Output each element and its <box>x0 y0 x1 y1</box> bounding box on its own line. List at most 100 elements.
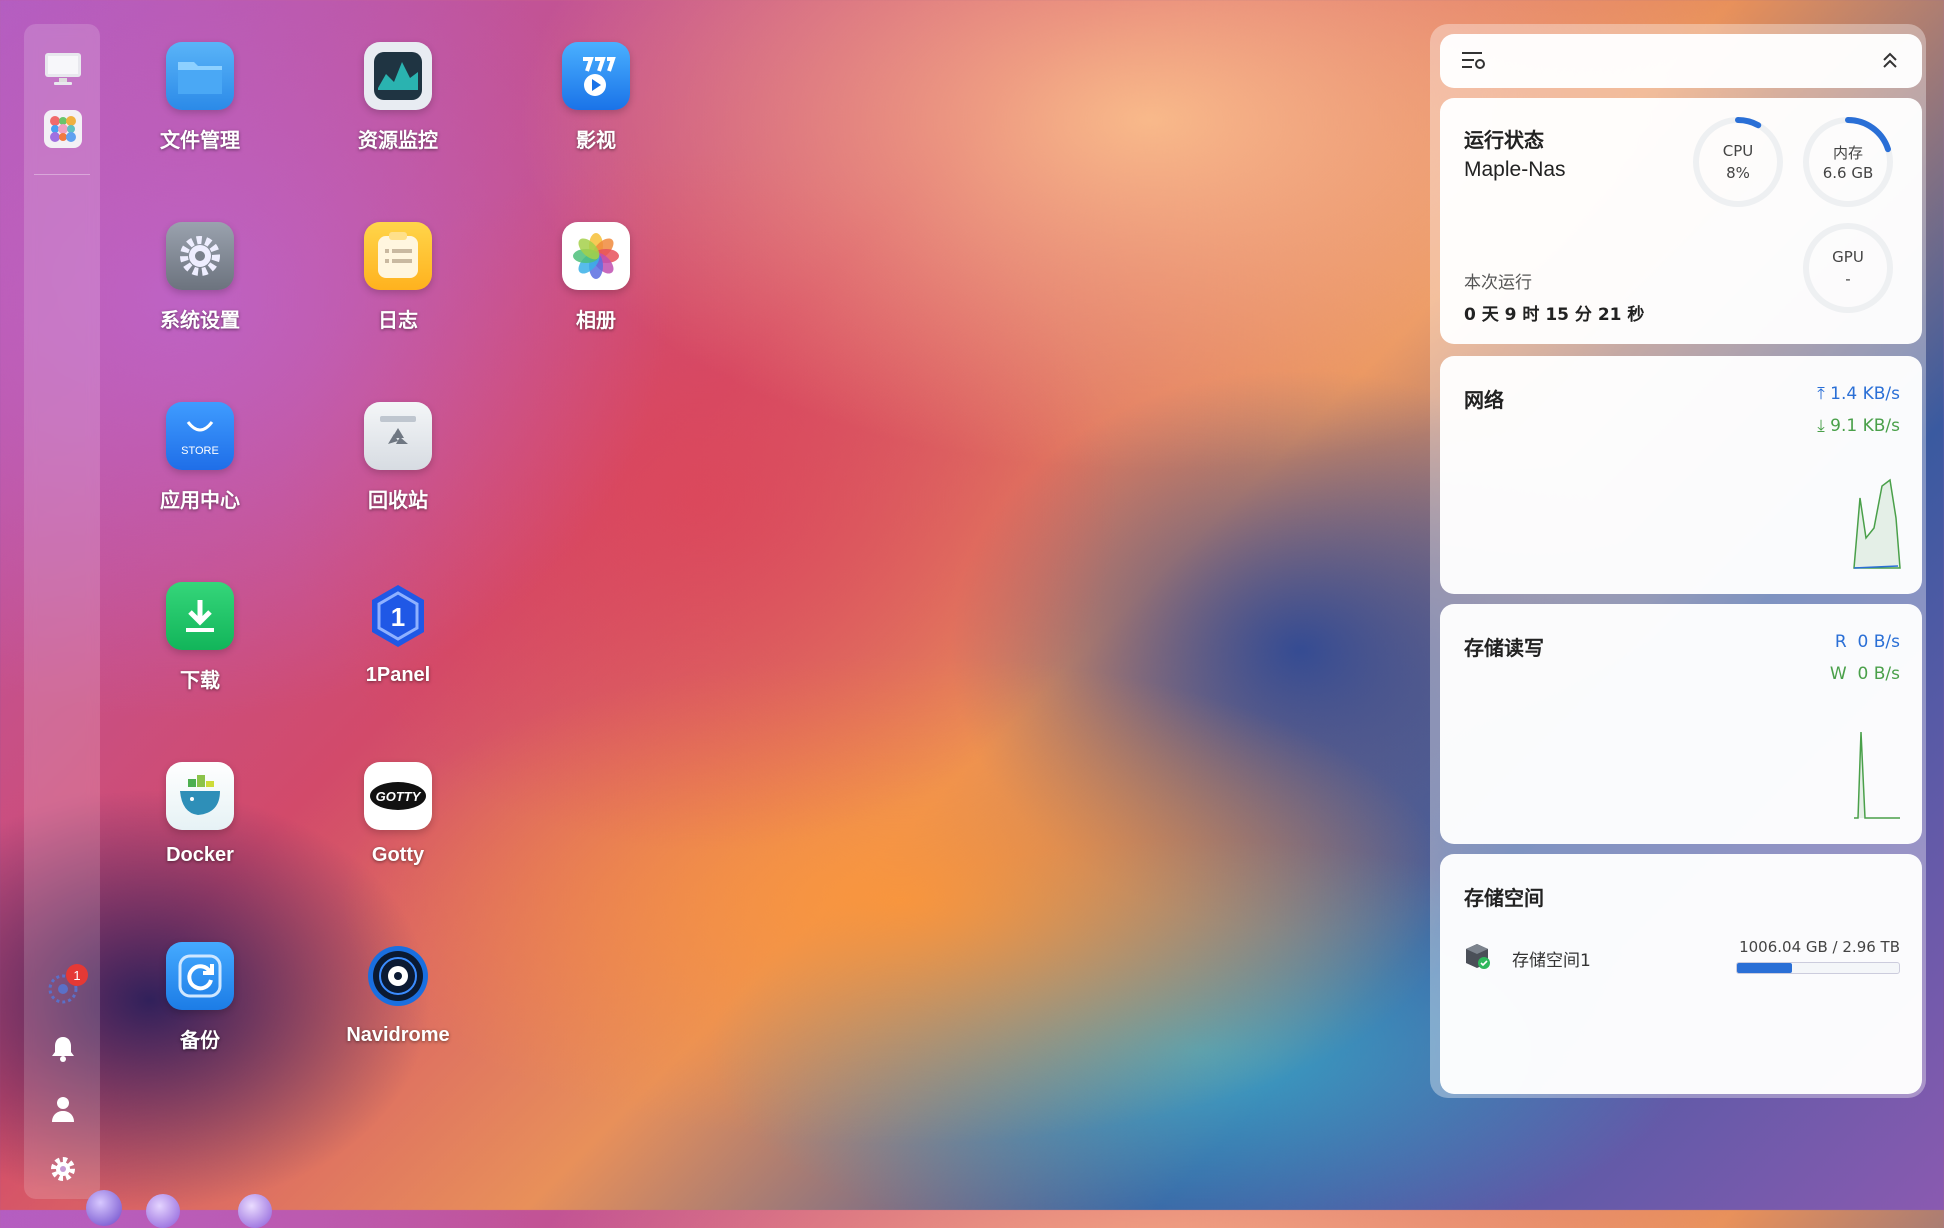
upload-icon: ⤒ <box>1817 384 1825 404</box>
collapse-icon[interactable] <box>1882 50 1898 74</box>
folder-icon <box>166 42 234 110</box>
monitor-chart-icon <box>364 42 432 110</box>
upload-speed: ⤒ 1.4 KB/s <box>1817 384 1900 404</box>
memory-value: 6.6 GB <box>1822 164 1874 182</box>
gotty-icon: GOTTY <box>364 762 432 830</box>
app-file-manager[interactable]: 文件管理 <box>120 42 280 153</box>
app-label: 资源监控 <box>358 130 438 152</box>
gpu-gauge: GPU - <box>1802 222 1894 314</box>
cpu-value: 8% <box>1726 164 1750 182</box>
write-speed: W 0 B/s <box>1830 664 1900 684</box>
memory-label: 内存 <box>1832 144 1863 162</box>
app-grid-icon[interactable] <box>44 110 82 148</box>
gotty-text: GOTTY <box>376 789 422 804</box>
app-recycle-bin[interactable]: 回收站 <box>318 402 478 513</box>
storage-pool-name[interactable]: 存储空间1 <box>1512 946 1591 971</box>
storage-card: 存储空间 存储空间1 1006.04 GB / 2.96 TB <box>1440 854 1922 1094</box>
download-icon: ⤓ <box>1817 416 1825 436</box>
notification-badge: 1 <box>66 964 88 986</box>
app-1panel[interactable]: 1 1Panel <box>318 582 478 687</box>
cpu-label: CPU <box>1722 142 1754 160</box>
app-label: 回收站 <box>368 490 428 512</box>
app-label: Docker <box>166 844 234 866</box>
app-label: 备份 <box>180 1030 220 1052</box>
bubble-decoration <box>86 1190 122 1226</box>
dock: 1 <box>24 24 100 1199</box>
read-label: R <box>1834 632 1847 652</box>
memory-gauge: 内存 6.6 GB <box>1802 116 1894 208</box>
cpu-gauge: CPU 8% <box>1692 116 1784 208</box>
download-speed: ⤓ 9.1 KB/s <box>1817 416 1900 436</box>
disk-io-card: 存储读写 R 0 B/s W 0 B/s <box>1440 604 1922 844</box>
widget-panel: 运行状态 Maple-Nas 本次运行 0 天 9 时 15 分 21 秒 CP… <box>1430 24 1926 1098</box>
monitor-icon[interactable] <box>44 50 82 88</box>
app-label: 日志 <box>378 310 418 332</box>
app-label: 应用中心 <box>160 490 240 512</box>
app-video[interactable]: 影视 <box>516 42 676 153</box>
network-card: 网络 ⤒ 1.4 KB/s ⤓ 9.1 KB/s <box>1440 356 1922 594</box>
download-icon <box>166 582 234 650</box>
app-label: Gotty <box>371 844 425 866</box>
app-store[interactable]: STORE 应用中心 <box>120 402 280 513</box>
app-label: 系统设置 <box>160 310 240 332</box>
app-download[interactable]: 下载 <box>120 582 280 693</box>
storage-title: 存储空间 <box>1464 886 1544 910</box>
app-backup[interactable]: 备份 <box>120 942 280 1053</box>
app-photos[interactable]: 相册 <box>516 222 676 333</box>
store-text: STORE <box>181 445 219 457</box>
disk-io-sparkline <box>1854 731 1900 819</box>
download-value: 9.1 KB/s <box>1830 416 1900 436</box>
bubble-decoration <box>238 1194 272 1228</box>
gear-icon[interactable] <box>44 1150 82 1188</box>
read-value: 0 B/s <box>1857 632 1900 652</box>
widget-settings-icon[interactable] <box>1462 50 1486 76</box>
app-label: Navidrome <box>346 1024 450 1046</box>
disk-io-title: 存储读写 <box>1464 636 1544 660</box>
dock-divider <box>34 174 90 175</box>
sparkle-icon[interactable]: 1 <box>44 964 88 1008</box>
bubble-decoration <box>146 1194 180 1228</box>
app-label: 1Panel <box>365 664 431 686</box>
svg-text:1: 1 <box>391 602 405 632</box>
write-label: W <box>1829 664 1847 684</box>
bell-icon[interactable] <box>44 1030 82 1068</box>
settings-icon <box>166 222 234 290</box>
network-title: 网络 <box>1464 388 1504 412</box>
navidrome-icon <box>364 942 432 1010</box>
photos-icon <box>562 222 630 290</box>
status-title: 运行状态 <box>1464 128 1544 152</box>
docker-icon <box>166 762 234 830</box>
upload-value: 1.4 KB/s <box>1830 384 1900 404</box>
app-gotty[interactable]: GOTTY Gotty <box>318 762 478 867</box>
storage-usage: 1006.04 GB / 2.96 TB <box>1739 938 1900 956</box>
app-navidrome[interactable]: Navidrome <box>318 942 478 1047</box>
store-icon: STORE <box>166 402 234 470</box>
write-value: 0 B/s <box>1857 664 1900 684</box>
user-icon[interactable] <box>44 1090 82 1128</box>
panel-header <box>1440 34 1922 88</box>
uptime-label: 本次运行 <box>1464 273 1532 293</box>
video-icon <box>562 42 630 110</box>
app-resource-monitor[interactable]: 资源监控 <box>318 42 478 153</box>
app-settings[interactable]: 系统设置 <box>120 222 280 333</box>
gpu-value: - <box>1845 270 1851 288</box>
hostname: Maple-Nas <box>1464 158 1566 181</box>
recycle-bin-icon <box>364 402 432 470</box>
log-icon <box>364 222 432 290</box>
backup-icon <box>166 942 234 1010</box>
storage-pool-icon <box>1464 942 1490 974</box>
network-sparkline <box>1853 478 1901 569</box>
app-log[interactable]: 日志 <box>318 222 478 333</box>
read-speed: R 0 B/s <box>1835 632 1900 652</box>
onepanel-icon: 1 <box>364 582 432 650</box>
app-docker[interactable]: Docker <box>120 762 280 867</box>
storage-progress <box>1736 962 1900 974</box>
app-label: 下载 <box>180 670 220 692</box>
app-label: 相册 <box>576 310 616 332</box>
app-label: 影视 <box>576 130 616 152</box>
storage-progress-fill <box>1737 963 1793 973</box>
status-card: 运行状态 Maple-Nas 本次运行 0 天 9 时 15 分 21 秒 CP… <box>1440 98 1922 344</box>
gpu-label: GPU <box>1832 248 1864 266</box>
app-label: 文件管理 <box>160 130 240 152</box>
uptime-value: 0 天 9 时 15 分 21 秒 <box>1464 305 1645 325</box>
